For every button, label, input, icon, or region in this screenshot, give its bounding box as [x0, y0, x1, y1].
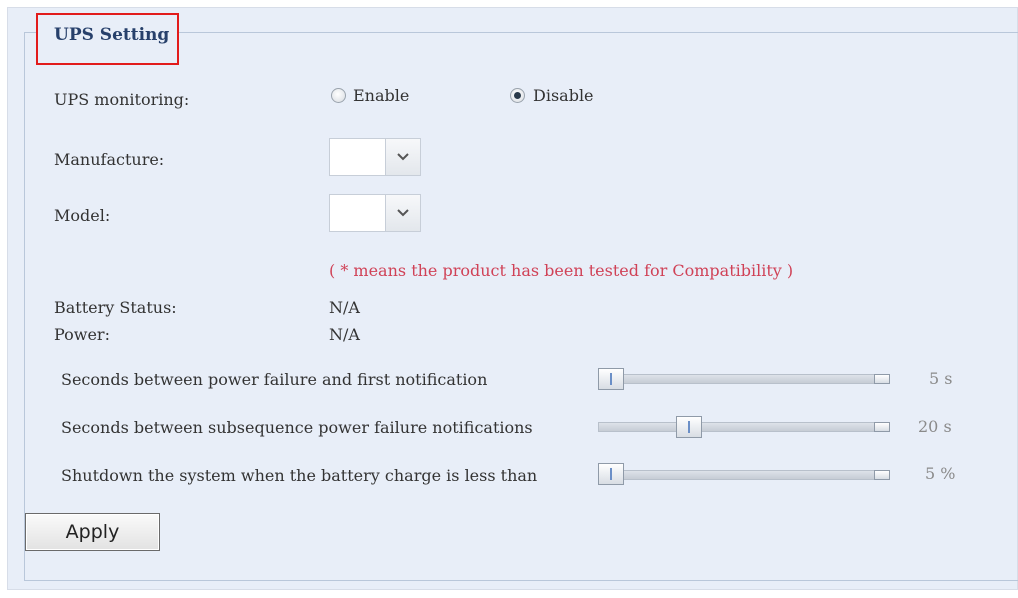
disable-radio-label[interactable]: Disable [533, 86, 594, 105]
model-label: Model: [54, 206, 111, 225]
battery-status-label: Battery Status: [54, 298, 177, 317]
ups-monitoring-label: UPS monitoring: [54, 90, 190, 109]
section-title-box: UPS Setting [36, 13, 179, 65]
slider-value: 5 % [925, 464, 956, 483]
chevron-down-icon [397, 153, 409, 161]
disable-radio[interactable] [510, 88, 525, 103]
battery-status-value: N/A [329, 298, 360, 317]
slider-label: Shutdown the system when the battery cha… [61, 466, 538, 485]
slider-label: Seconds between subsequence power failur… [61, 418, 533, 437]
slider-value: 20 s [918, 417, 952, 436]
manufacture-label: Manufacture: [54, 150, 165, 169]
slider-end [874, 470, 890, 480]
enable-radio[interactable] [331, 88, 346, 103]
chevron-down-icon [397, 209, 409, 217]
slider-label: Seconds between power failure and first … [61, 370, 488, 389]
compatibility-note: ( * means the product has been tested fo… [329, 261, 794, 280]
slider-track[interactable] [598, 422, 890, 432]
slider-thumb[interactable] [676, 416, 702, 438]
power-label: Power: [54, 325, 110, 344]
section-title: UPS Setting [54, 25, 170, 45]
enable-radio-label[interactable]: Enable [353, 86, 409, 105]
manufacture-dropdown-button[interactable] [385, 139, 420, 175]
model-dropdown-button[interactable] [385, 195, 420, 231]
slider-end [874, 374, 890, 384]
slider-value: 5 s [929, 369, 953, 388]
slider-thumb[interactable] [598, 463, 624, 485]
slider-thumb[interactable] [598, 368, 624, 390]
manufacture-select[interactable] [329, 138, 421, 176]
slider-track[interactable] [598, 470, 890, 480]
model-select[interactable] [329, 194, 421, 232]
power-value: N/A [329, 325, 360, 344]
apply-button[interactable]: Apply [25, 513, 160, 551]
slider-track[interactable] [598, 374, 890, 384]
slider-end [874, 422, 890, 432]
